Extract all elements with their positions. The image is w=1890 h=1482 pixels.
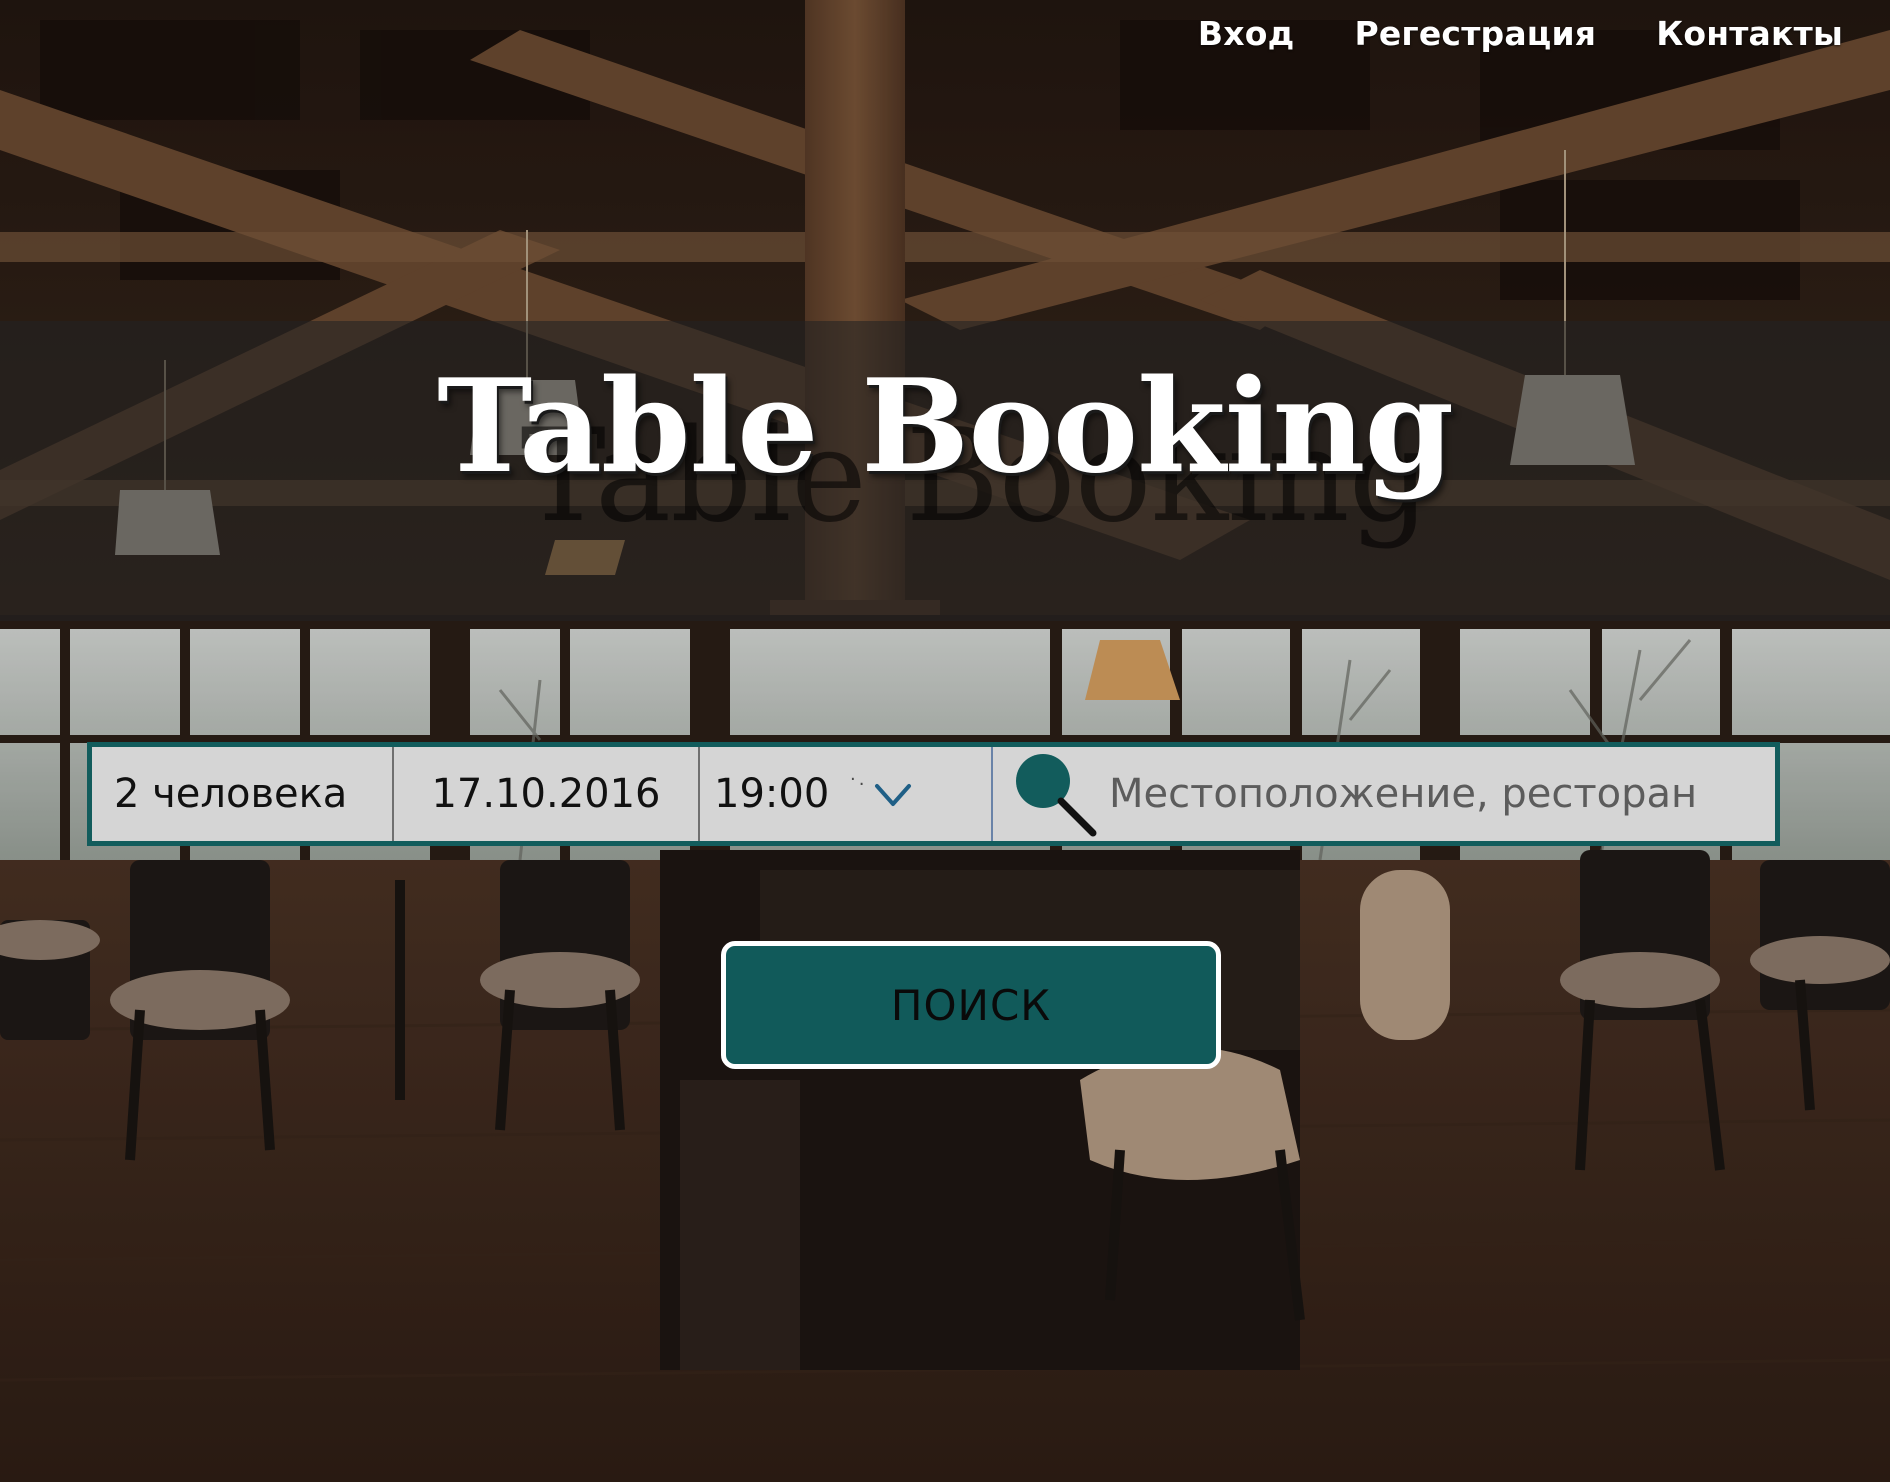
search-icon bbox=[1011, 751, 1101, 837]
booking-search-bar: 2 человека 17.10.2016 19:00 ·. bbox=[87, 742, 1780, 846]
hero-title-wrapper: Table Booking Table Booking bbox=[0, 352, 1890, 551]
nav-login-link[interactable]: Вход bbox=[1198, 14, 1295, 53]
people-count-select[interactable]: 2 человека bbox=[92, 747, 394, 841]
nav-contacts-link[interactable]: Контакты bbox=[1656, 14, 1843, 53]
top-navigation: Вход Регестрация Контакты bbox=[1198, 14, 1843, 53]
time-handle-dots: ·. bbox=[850, 769, 868, 790]
hero-title: Table Booking bbox=[437, 352, 1454, 502]
chevron-down-icon[interactable] bbox=[871, 772, 915, 816]
location-field[interactable] bbox=[993, 747, 1775, 841]
date-field[interactable]: 17.10.2016 bbox=[394, 747, 700, 841]
nav-register-link[interactable]: Регестрация bbox=[1354, 14, 1596, 53]
location-input[interactable] bbox=[1109, 771, 1749, 817]
people-count-value: 2 человека bbox=[114, 771, 348, 817]
time-value: 19:00 bbox=[714, 771, 830, 817]
date-value: 17.10.2016 bbox=[431, 771, 661, 817]
search-button[interactable]: ПОИСК bbox=[721, 941, 1221, 1069]
background-restaurant-photo bbox=[0, 0, 1890, 1482]
time-select[interactable]: 19:00 ·. bbox=[700, 747, 993, 841]
